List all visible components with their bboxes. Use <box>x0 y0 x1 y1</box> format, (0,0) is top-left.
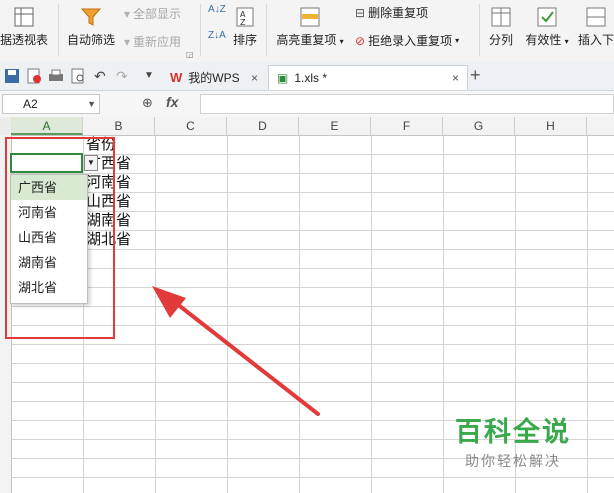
divider <box>479 4 480 56</box>
funnel-icon <box>80 6 102 28</box>
tab-label: 我的WPS <box>188 71 240 85</box>
insert-icon <box>585 6 607 28</box>
reject-duplicates-button[interactable]: ⊘ 拒绝录入重复项 ▾ <box>355 32 459 49</box>
column-header[interactable]: H <box>515 117 587 135</box>
ribbon: 据透视表 自动筛选 ▾ 全部显示 ▾ 重新应用 ◲ A↓Z Z↓A AZ 排序 … <box>0 0 614 63</box>
sort-icon: AZ <box>234 6 256 28</box>
autofilter-button[interactable]: 自动筛选 <box>64 6 118 48</box>
watermark: 百科全说 助你轻松解决 <box>438 410 588 471</box>
divider <box>58 4 59 56</box>
annotation-highlight-box <box>5 137 115 339</box>
delete-duplicates-button[interactable]: ⊟ 删除重复项 <box>355 4 428 21</box>
wps-logo-icon: W <box>170 70 183 85</box>
chevron-down-icon: ▾ <box>564 37 569 46</box>
pivot-table-label: 据透视表 <box>0 33 49 47</box>
pivot-table-button[interactable]: 据透视表 <box>0 6 48 48</box>
column-header[interactable]: E <box>299 117 371 135</box>
print-icon[interactable] <box>48 68 64 84</box>
tab-my-wps[interactable]: W 我的WPS × <box>162 65 266 90</box>
zoom-icon[interactable]: ⊕ <box>142 95 153 111</box>
chevron-down-icon: ▾ <box>455 36 460 45</box>
split-column-button[interactable]: 分列 <box>484 6 518 48</box>
column-header[interactable]: G <box>443 117 515 135</box>
column-header[interactable]: F <box>371 117 443 135</box>
fx-button[interactable]: fx <box>166 94 178 110</box>
validity-icon <box>536 6 558 28</box>
sort-button[interactable]: AZ 排序 <box>230 6 260 48</box>
formula-input[interactable] <box>200 94 614 114</box>
print-preview-icon[interactable] <box>70 68 86 84</box>
sort-desc-icon: Z↓A <box>208 30 226 41</box>
tab-document[interactable]: ▣ 1.xls * × <box>268 65 468 90</box>
column-header[interactable]: D <box>227 117 299 135</box>
divider <box>266 4 267 56</box>
validity-button[interactable]: 有效性 ▾ <box>522 6 572 48</box>
close-icon[interactable]: × <box>452 71 459 85</box>
column-header-row: A B C D E F G H <box>0 117 614 136</box>
chevron-down-icon: ▾ <box>339 37 344 46</box>
insert-dropdown-button[interactable]: 插入下 <box>576 6 614 48</box>
chevron-down-icon[interactable]: ▼ <box>87 95 96 113</box>
reapply-label: 重新应用 <box>133 35 182 49</box>
sort-asc-button[interactable]: A↓Z <box>208 4 226 15</box>
autofilter-label: 自动筛选 <box>66 33 115 47</box>
pivot-table-icon <box>13 6 35 28</box>
spreadsheet-icon: ▣ <box>277 71 289 85</box>
filter-clear-icon: ▾ <box>124 6 131 21</box>
column-header[interactable]: C <box>155 117 227 135</box>
show-all-button[interactable]: ▾ 全部显示 <box>124 5 181 22</box>
highlight-duplicates-icon <box>299 6 321 28</box>
highlight-duplicates-button[interactable]: 高亮重复项 ▾ <box>272 6 348 48</box>
dialog-launcher-icon[interactable]: ◲ <box>186 50 194 59</box>
delete-duplicates-label: 删除重复项 <box>368 6 429 20</box>
customize-toolbar-icon[interactable]: ▼ <box>144 68 160 84</box>
save-icon[interactable] <box>4 68 20 84</box>
split-column-icon <box>490 6 512 28</box>
watermark-title: 百科全说 <box>455 417 571 447</box>
reapply-icon: ▾ <box>124 34 131 49</box>
column-header[interactable]: A <box>11 117 83 135</box>
name-box-value: A2 <box>23 97 38 111</box>
column-header[interactable]: B <box>83 117 155 135</box>
split-column-label: 分列 <box>488 33 513 47</box>
validity-label: 有效性 <box>525 33 562 47</box>
reject-duplicates-icon: ⊘ <box>355 33 366 48</box>
redo-icon[interactable]: ↷ <box>116 68 132 84</box>
new-tab-icon[interactable]: + <box>470 65 481 86</box>
reject-duplicates-label: 拒绝录入重复项 <box>368 34 453 48</box>
sort-desc-button[interactable]: Z↓A <box>208 30 226 41</box>
quick-access-toolbar: ↶ ↷ ▼ W 我的WPS × ▣ 1.xls * × + <box>0 62 614 91</box>
insert-label: 插入下 <box>577 33 614 47</box>
tab-label: 1.xls * <box>294 71 328 85</box>
undo-icon[interactable]: ↶ <box>94 68 110 84</box>
name-box[interactable]: A2 ▼ <box>2 94 100 114</box>
sort-label: 排序 <box>232 33 257 47</box>
sort-asc-icon: A↓Z <box>208 4 226 15</box>
export-icon[interactable] <box>26 68 42 84</box>
reapply-button[interactable]: ▾ 重新应用 <box>124 33 181 50</box>
delete-duplicates-icon: ⊟ <box>355 5 366 20</box>
highlight-duplicates-label: 高亮重复项 <box>276 33 337 47</box>
formula-bar: A2 ▼ ⊕ fx <box>0 91 614 118</box>
divider <box>200 4 201 56</box>
close-icon[interactable]: × <box>251 71 258 85</box>
watermark-subtitle: 助你轻松解决 <box>465 453 561 469</box>
svg-text:Z: Z <box>240 18 246 27</box>
show-all-label: 全部显示 <box>133 7 182 21</box>
